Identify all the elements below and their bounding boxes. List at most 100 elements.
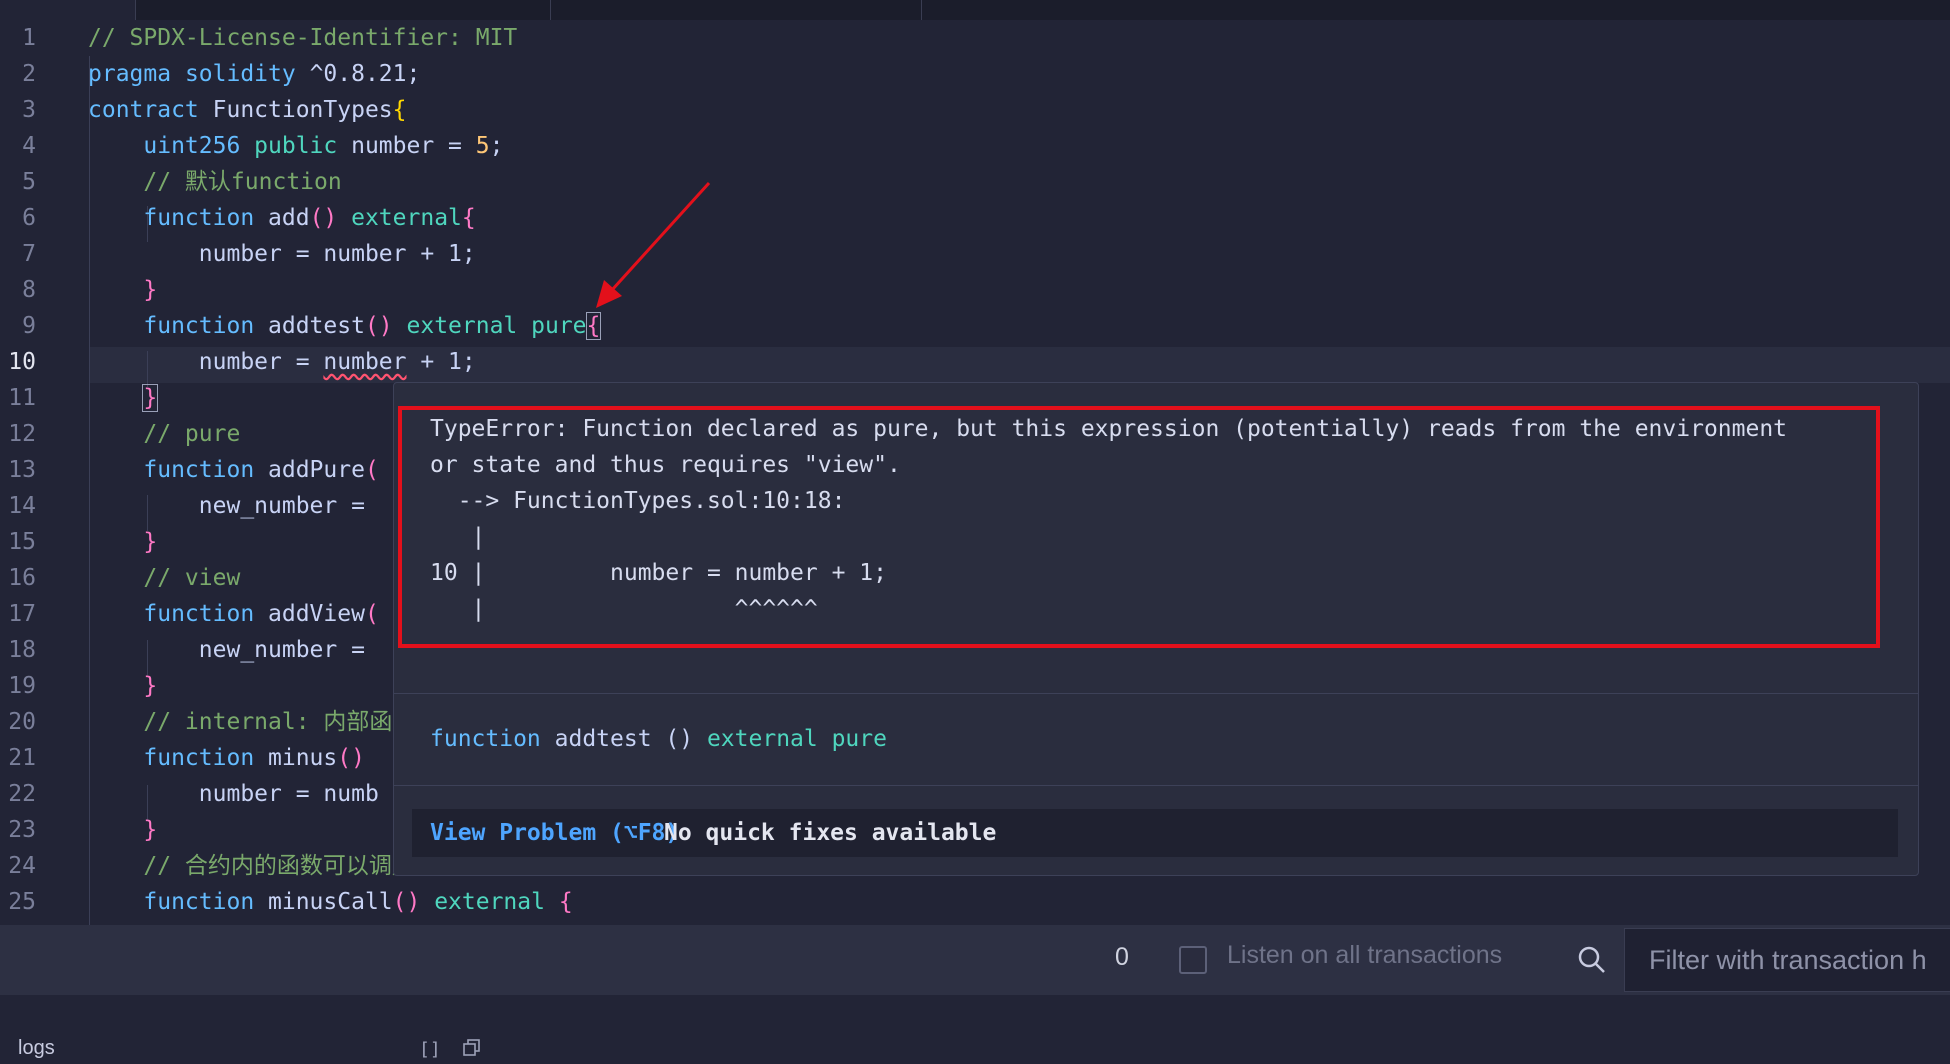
code-line[interactable]: function addtest() external pure{ xyxy=(88,308,602,344)
code-token: add xyxy=(268,205,310,231)
line-number: 17 xyxy=(8,601,36,627)
code-token: number = numb xyxy=(88,781,379,807)
code-line[interactable]: // pure xyxy=(88,416,240,452)
line-number: 16 xyxy=(8,565,36,591)
copy-icon[interactable] xyxy=(463,1039,481,1057)
code-line[interactable]: // internal: 内部函 xyxy=(88,704,392,740)
code-token: } xyxy=(143,529,158,555)
code-token: + 1; xyxy=(406,349,476,375)
code-line[interactable]: contract FunctionTypes{ xyxy=(88,92,407,128)
line-number: 15 xyxy=(8,529,36,555)
code-token: solidity xyxy=(184,61,310,87)
code-token: external xyxy=(337,205,462,231)
search-icon[interactable] xyxy=(1577,945,1607,975)
line-number: 3 xyxy=(22,97,36,123)
listen-all-label[interactable]: Listen on all transactions xyxy=(1227,941,1502,970)
code-line[interactable]: // 默认function xyxy=(88,164,341,200)
code-token: number = xyxy=(351,133,476,159)
code-line[interactable]: // SPDX-License-Identifier: MIT xyxy=(88,20,517,56)
line-number: 24 xyxy=(8,853,36,879)
signature-token: external xyxy=(706,726,832,752)
code-line[interactable]: function addView( xyxy=(88,596,378,632)
code-line[interactable]: } xyxy=(88,668,157,704)
code-token: () xyxy=(309,205,338,231)
signature-token: () xyxy=(665,726,707,752)
code-line[interactable]: function minus() xyxy=(88,740,365,776)
code-line[interactable]: // view xyxy=(88,560,240,596)
editor-tab[interactable] xyxy=(551,0,922,20)
line-number: 12 xyxy=(8,421,36,447)
line-number: 8 xyxy=(22,277,36,303)
code-token: external xyxy=(420,889,559,915)
code-line[interactable]: } xyxy=(88,812,157,848)
code-token: pure xyxy=(531,313,587,339)
line-number: 14 xyxy=(8,493,36,519)
code-token: ; xyxy=(489,133,504,159)
code-line[interactable]: } xyxy=(88,272,157,308)
hover-action-bar: View Problem (⌥F8) No quick fixes availa… xyxy=(412,809,1898,857)
code-line[interactable]: } xyxy=(88,524,157,560)
code-line[interactable]: number = number + 1; xyxy=(88,236,476,272)
code-token: 5 xyxy=(475,133,490,159)
line-number: 23 xyxy=(8,817,36,843)
code-token: { xyxy=(461,205,476,231)
code-token: addtest xyxy=(268,313,365,339)
code-token: addView xyxy=(268,601,365,627)
line-number: 25 xyxy=(8,889,36,915)
code-line[interactable]: number = number + 1; xyxy=(88,344,476,380)
code-token: { xyxy=(392,97,407,123)
function-signature: function addtest () external pure xyxy=(430,721,887,757)
logs-label: logs xyxy=(18,1037,55,1059)
code-token: number = number + 1; xyxy=(88,241,476,267)
editor-tab[interactable] xyxy=(0,0,136,20)
code-line[interactable]: function addPure( xyxy=(88,452,379,488)
transaction-filter-input[interactable]: Filter with transaction h xyxy=(1624,928,1950,992)
line-number: 13 xyxy=(8,457,36,483)
code-line[interactable]: function minusCall() external { xyxy=(88,884,572,920)
code-token: pragma xyxy=(88,61,185,87)
line-number: 22 xyxy=(8,781,36,807)
code-token: function xyxy=(143,889,269,915)
code-token: addPure xyxy=(268,457,365,483)
editor-tab[interactable] xyxy=(136,0,551,20)
code-line[interactable]: pragma solidity ^0.8.21; xyxy=(88,56,420,92)
code-line[interactable]: } xyxy=(88,380,159,416)
code-token: function xyxy=(143,601,269,627)
code-line[interactable]: function add() external{ xyxy=(88,200,476,236)
listen-all-checkbox[interactable] xyxy=(1179,946,1207,974)
code-token: // view xyxy=(143,565,241,591)
code-line[interactable]: number = numb xyxy=(88,776,379,812)
line-number: 19 xyxy=(8,673,36,699)
no-quick-fixes-label: No quick fixes available xyxy=(664,820,997,846)
code-token: new_number = xyxy=(88,637,379,663)
line-number: 4 xyxy=(22,133,36,159)
terminal-panel: logs [] xyxy=(0,995,1950,1064)
code-line[interactable]: new_number = xyxy=(88,632,379,668)
code-token: public xyxy=(254,133,352,159)
line-number: 6 xyxy=(22,205,36,231)
line-number: 11 xyxy=(8,385,36,411)
code-token: function xyxy=(143,205,269,231)
code-line[interactable]: new_number = xyxy=(88,488,379,524)
brackets-icon[interactable]: [] xyxy=(419,1039,441,1060)
code-token: () xyxy=(337,745,365,771)
code-line[interactable]: uint256 public number = 5; xyxy=(88,128,503,164)
code-token: uint256 xyxy=(143,133,255,159)
editor-tab-strip xyxy=(0,0,1950,20)
code-token: // SPDX-License-Identifier: MIT xyxy=(88,25,518,51)
code-token: ( xyxy=(364,457,379,483)
code-token: } xyxy=(142,384,159,412)
view-problem-link[interactable]: View Problem (⌥F8) xyxy=(430,815,679,851)
hover-divider xyxy=(394,785,1918,786)
